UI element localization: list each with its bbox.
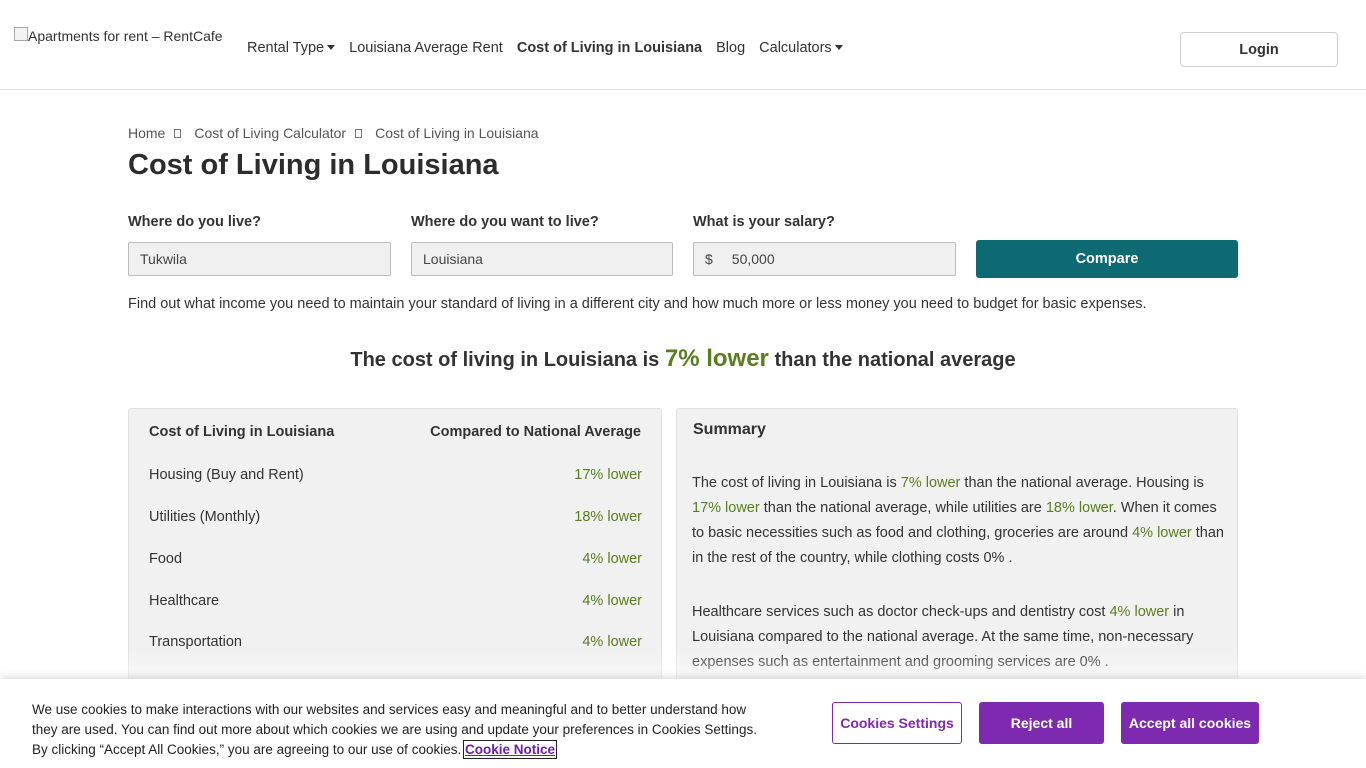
table-row: Transportation 4% lower [149, 634, 642, 650]
cookie-banner: We use cookies to make interactions with… [0, 679, 1366, 768]
broken-image-icon [14, 27, 28, 41]
site-header: Apartments for rent – RentCafe Rental Ty… [0, 0, 1366, 90]
login-button[interactable]: Login [1180, 32, 1338, 67]
summary-highlight: 17% lower [692, 500, 760, 516]
breadcrumb-home[interactable]: Home [128, 125, 165, 141]
cookies-settings-button[interactable]: Cookies Settings [832, 702, 962, 744]
cost-headline: The cost of living in Louisiana is 7% lo… [0, 345, 1366, 373]
table-row: Healthcare 4% lower [149, 593, 642, 609]
breadcrumb-separator-icon [355, 128, 363, 138]
nav-cost-of-living[interactable]: Cost of Living in Louisiana [517, 40, 702, 56]
nav-calculators-label: Calculators [759, 40, 832, 56]
cookie-notice-link[interactable]: Cookie Notice [462, 740, 558, 759]
summary-highlight: 18% lower [1045, 500, 1113, 516]
summary-highlight: 4% lower [1109, 604, 1170, 620]
row-value: 17% lower [574, 467, 642, 483]
summary-text: than the national average. Housing is [960, 475, 1204, 491]
intro-text: Find out what income you need to maintai… [128, 296, 1147, 312]
headline-highlight: 7% lower [664, 345, 769, 372]
nav-rental-type[interactable]: Rental Type [247, 40, 336, 56]
row-value: 18% lower [574, 509, 642, 525]
content-fade [0, 650, 1366, 680]
page-title: Cost of Living in Louisiana [128, 149, 499, 181]
reject-all-button[interactable]: Reject all [979, 702, 1104, 744]
row-value: 4% lower [582, 551, 642, 567]
caret-down-icon [834, 45, 843, 50]
salary-input[interactable]: $ 50,000 [693, 242, 956, 276]
summary-highlight: 4% lower [1132, 525, 1192, 541]
currency-symbol: $ [705, 251, 713, 267]
row-label: Housing (Buy and Rent) [149, 467, 304, 483]
live-label: Where do you live? [128, 214, 261, 230]
want-input-value: Louisiana [423, 251, 483, 267]
table-row: Housing (Buy and Rent) 17% lower [149, 467, 642, 483]
table-header-col2: Compared to National Average [430, 424, 641, 440]
compare-button[interactable]: Compare [976, 240, 1238, 278]
site-logo[interactable]: Apartments for rent – RentCafe [14, 27, 223, 44]
nav-calculators[interactable]: Calculators [759, 40, 843, 56]
breadcrumb: Home Cost of Living Calculator Cost of L… [128, 125, 539, 141]
nav-louisiana-average-rent[interactable]: Louisiana Average Rent [349, 40, 503, 56]
nav-rental-type-label: Rental Type [247, 40, 325, 56]
summary-title: Summary [693, 421, 766, 438]
want-input[interactable]: Louisiana [411, 242, 673, 276]
row-label: Transportation [149, 634, 242, 650]
logo-alt-text: Apartments for rent – RentCafe [28, 28, 223, 44]
want-label: Where do you want to live? [411, 214, 599, 230]
live-input[interactable]: Tukwila [128, 242, 391, 276]
breadcrumb-separator-icon [174, 128, 182, 138]
row-value: 4% lower [582, 634, 642, 650]
cookie-message: We use cookies to make interactions with… [32, 702, 757, 757]
table-header-col1: Cost of Living in Louisiana [149, 424, 335, 440]
summary-highlight: 7% lower [900, 475, 961, 491]
caret-down-icon [327, 45, 336, 50]
accept-all-cookies-button[interactable]: Accept all cookies [1121, 702, 1259, 744]
salary-label: What is your salary? [693, 214, 835, 230]
salary-input-value: 50,000 [731, 251, 775, 267]
live-input-value: Tukwila [140, 251, 187, 267]
summary-text: than the national average, while utiliti… [759, 500, 1046, 516]
row-value: 4% lower [582, 593, 642, 609]
summary-text: Healthcare services such as doctor check… [692, 604, 1110, 620]
cookie-text: We use cookies to make interactions with… [32, 700, 762, 760]
table-row: Food 4% lower [149, 551, 642, 567]
summary-paragraph-1: The cost of living in Louisiana is 7% lo… [692, 471, 1225, 571]
breadcrumb-current: Cost of Living in Louisiana [375, 125, 539, 141]
summary-text: The cost of living in Louisiana is [692, 475, 901, 491]
nav-blog[interactable]: Blog [716, 40, 745, 56]
headline-after: than the national average [774, 349, 1016, 371]
table-row: Utilities (Monthly) 18% lower [149, 509, 642, 525]
row-label: Utilities (Monthly) [149, 509, 261, 525]
row-label: Food [149, 551, 183, 567]
headline-before: The cost of living in Louisiana is [350, 349, 660, 371]
main-nav: Rental Type Louisiana Average Rent Cost … [247, 40, 857, 56]
row-label: Healthcare [149, 593, 220, 609]
breadcrumb-calculator[interactable]: Cost of Living Calculator [194, 125, 346, 141]
